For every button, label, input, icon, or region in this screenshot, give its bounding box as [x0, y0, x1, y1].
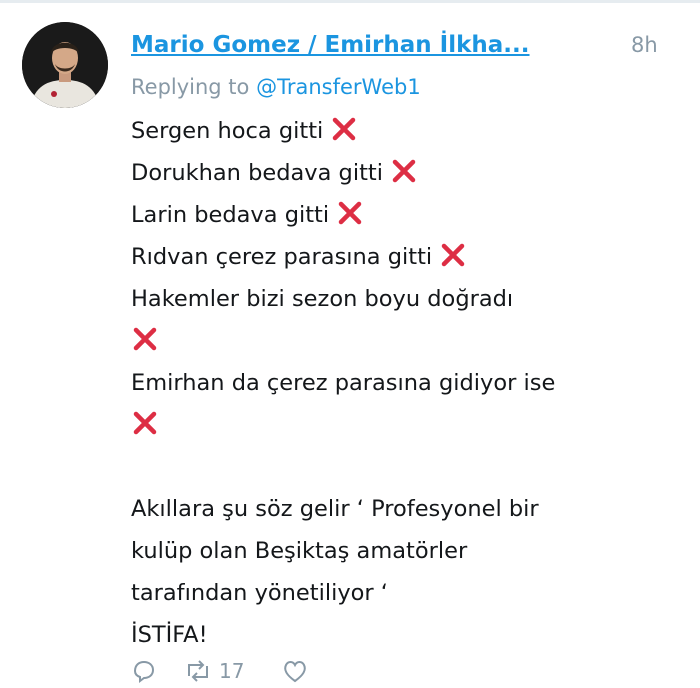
tweet-line: kulüp olan Beşiktaş amatörler	[131, 530, 681, 572]
replying-to: Replying to @TransferWeb1	[131, 72, 421, 102]
divider	[0, 0, 700, 3]
tweet-header: Mario Gomez / Emirhan İlkha... 8h	[131, 28, 676, 68]
tweet-line: İSTİFA!	[131, 614, 681, 656]
tweet-line	[131, 404, 681, 446]
tweet-line-text: Emirhan da çerez parasına gidiyor ise	[131, 370, 556, 396]
like-icon[interactable]	[281, 658, 309, 688]
tweet-line-text: Hakemler bizi sezon boyu doğradı	[131, 286, 514, 312]
tweet-line-text: Larin bedava gitti	[131, 202, 330, 228]
tweet-line-text: İSTİFA!	[131, 622, 208, 648]
tweet-actions: 17	[131, 658, 431, 688]
tweet-line: tarafından yönetiliyor ‘	[131, 572, 681, 614]
cross-mark-icon	[390, 157, 418, 185]
tweet-line: Dorukhan bedava gitti	[131, 152, 681, 194]
cross-mark-icon	[336, 199, 364, 227]
reply-icon[interactable]	[131, 658, 157, 688]
tweet-text: Sergen hoca gitti Dorukhan bedava gitti …	[131, 110, 681, 656]
replying-prefix: Replying to	[131, 75, 250, 99]
tweet-line-text: Akıllara şu söz gelir ‘ Profesyonel bir	[131, 496, 539, 522]
tweet-line-text: tarafından yönetiliyor ‘	[131, 580, 388, 606]
cross-mark-icon	[439, 241, 467, 269]
tweet-line: Akıllara şu söz gelir ‘ Profesyonel bir	[131, 488, 681, 530]
tweet-line-text: Dorukhan bedava gitti	[131, 160, 383, 186]
tweet-line-text: Sergen hoca gitti	[131, 118, 324, 144]
timestamp[interactable]: 8h	[631, 28, 658, 62]
retweet-icon[interactable]	[183, 658, 213, 688]
avatar[interactable]	[22, 22, 108, 108]
cross-mark-icon	[330, 115, 358, 143]
author-name[interactable]: Mario Gomez / Emirhan İlkha...	[131, 28, 609, 62]
cross-mark-icon	[131, 325, 159, 353]
replying-handle[interactable]: @TransferWeb1	[256, 75, 421, 99]
cross-mark-icon	[131, 409, 159, 437]
tweet-line-text: Rıdvan çerez parasına gitti	[131, 244, 433, 270]
retweet-count: 17	[219, 659, 245, 683]
tweet-line: Rıdvan çerez parasına gitti	[131, 236, 681, 278]
tweet-line: Sergen hoca gitti	[131, 110, 681, 152]
tweet-line: Emirhan da çerez parasına gidiyor ise	[131, 362, 681, 404]
tweet-line-text: kulüp olan Beşiktaş amatörler	[131, 538, 468, 564]
tweet-line	[131, 320, 681, 362]
tweet-line: Larin bedava gitti	[131, 194, 681, 236]
tweet-line: Hakemler bizi sezon boyu doğradı	[131, 278, 681, 320]
